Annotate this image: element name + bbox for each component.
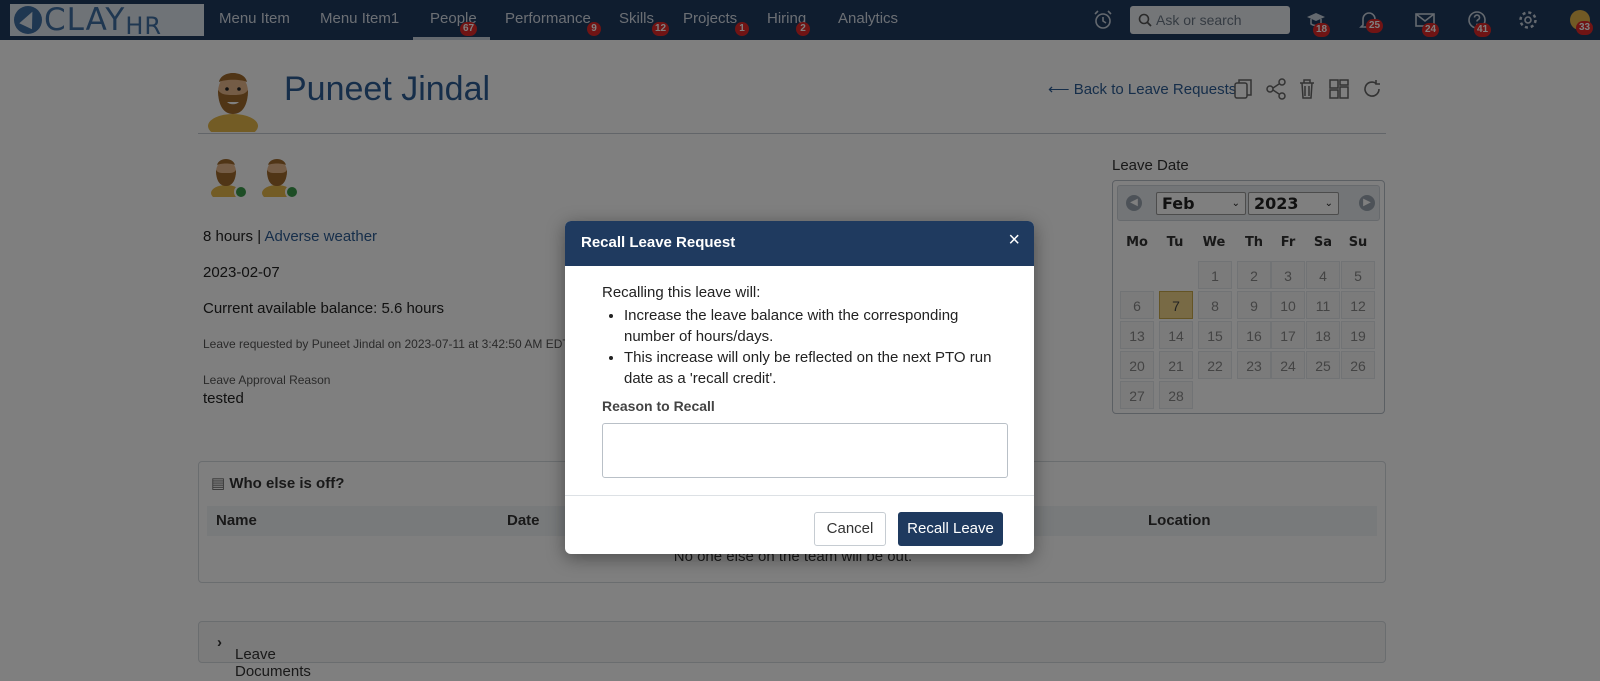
modal-header: Recall Leave Request × <box>565 221 1034 266</box>
recall-leave-modal: Recall Leave Request × Recalling this le… <box>565 221 1034 554</box>
reason-textarea[interactable] <box>602 423 1008 478</box>
recall-leave-button[interactable]: Recall Leave <box>898 512 1003 546</box>
modal-intro: Recalling this leave will: <box>602 284 761 301</box>
list-item: Increase the leave balance with the corr… <box>624 305 1012 347</box>
list-item: This increase will only be reflected on … <box>624 347 1012 389</box>
cancel-button[interactable]: Cancel <box>814 512 886 546</box>
modal-title: Recall Leave Request <box>581 234 736 251</box>
recall-effects-list: Increase the leave balance with the corr… <box>624 305 1012 389</box>
reason-label: Reason to Recall <box>602 398 715 414</box>
modal-body: Recalling this leave will: Increase the … <box>602 284 1012 389</box>
modal-footer-divider <box>565 495 1034 496</box>
close-icon[interactable]: × <box>1008 229 1020 252</box>
